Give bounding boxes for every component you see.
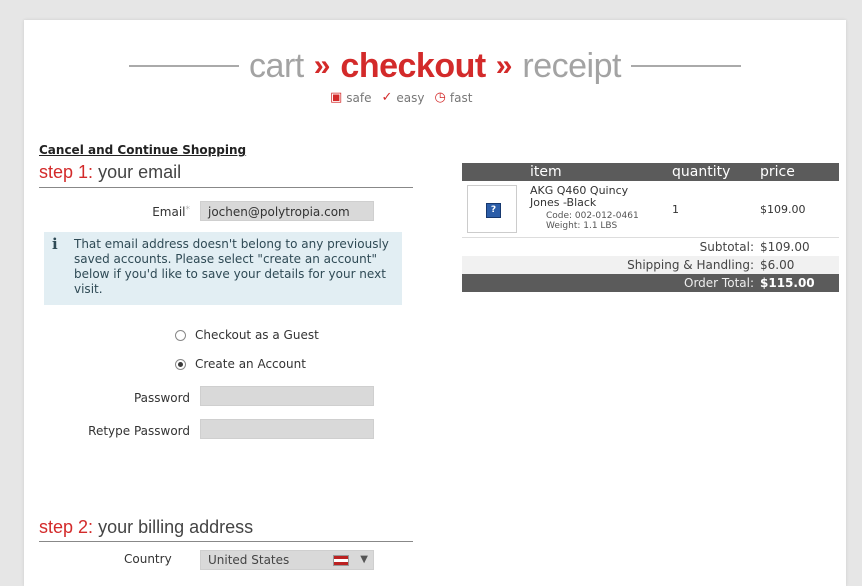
badge-safe: ▣ safe — [330, 90, 372, 105]
info-icon: i — [52, 235, 58, 253]
radio-guest-label: Checkout as a Guest — [195, 328, 319, 342]
password-label: Password — [133, 391, 190, 405]
radio-account-label: Create an Account — [195, 357, 306, 371]
order-item-row: ? AKG Q460 Quincy Jones -Black Code: 002… — [462, 181, 839, 238]
divider-line — [630, 65, 741, 67]
product-weight: Weight: 1.1 LBS — [546, 221, 618, 231]
column-header-price: price — [760, 164, 795, 180]
country-label: Country — [124, 552, 172, 566]
progress-step-cart[interactable]: cart — [249, 47, 304, 86]
product-thumbnail[interactable]: ? — [467, 185, 517, 233]
step-colon: : — [88, 162, 94, 182]
step-title: your billing address — [98, 517, 254, 537]
flag-icon — [333, 555, 349, 566]
progress-step-checkout: checkout — [340, 46, 486, 85]
badge-label: easy — [396, 90, 425, 105]
missing-image-icon: ? — [486, 203, 501, 218]
badge-label: fast — [449, 90, 473, 105]
column-header-quantity: quantity — [672, 164, 731, 180]
product-name: AKG Q460 Quincy Jones -Black — [530, 184, 629, 209]
column-header-item: item — [530, 164, 562, 180]
product-meta: Code: 002-012-0461 Weight: 1.1 LBS — [546, 211, 639, 231]
order-table-header: item quantity price — [462, 163, 839, 181]
product-code: Code: 002-012-0461 — [546, 211, 639, 221]
create-account-option[interactable]: Create an Account — [175, 357, 306, 371]
progress-step-receipt: receipt — [522, 46, 621, 85]
order-total-label: Order Total: — [684, 276, 754, 290]
order-total-row: Order Total: $115.00 — [462, 274, 839, 292]
chevron-separator-icon: » — [495, 49, 513, 82]
shipping-value: $6.00 — [760, 258, 795, 272]
divider-line — [129, 65, 240, 67]
step-title: your email — [98, 162, 182, 182]
password-field[interactable] — [200, 386, 374, 406]
email-field[interactable]: jochen@polytropia.com — [200, 201, 374, 221]
step-number: step 2 — [39, 517, 89, 537]
subtotal-row: Subtotal: $109.00 — [462, 238, 839, 256]
trust-badges: ▣ safe ✓ easy ◷ fast — [330, 90, 472, 105]
retype-password-label: Retype Password — [88, 424, 190, 438]
shipping-row: Shipping & Handling: $6.00 — [462, 256, 839, 274]
step-colon: : — [88, 517, 94, 537]
country-select[interactable]: United States ▼ — [200, 550, 374, 570]
retype-password-field[interactable] — [200, 419, 374, 439]
shipping-label: Shipping & Handling: — [627, 258, 754, 272]
checkout-page: cart » checkout » receipt ▣ safe ✓ easy … — [24, 20, 846, 586]
checkout-guest-option[interactable]: Checkout as a Guest — [175, 328, 319, 342]
clock-icon: ◷ — [434, 90, 446, 105]
country-value: United States — [208, 553, 290, 567]
badge-easy: ✓ easy — [382, 90, 425, 105]
order-total-value: $115.00 — [760, 276, 815, 290]
product-quantity: 1 — [672, 203, 679, 216]
info-text: That email address doesn't belong to any… — [74, 237, 389, 296]
step1-heading: step 1: your email — [39, 162, 181, 183]
step2-heading: step 2: your billing address — [39, 517, 253, 538]
email-label: Email* — [124, 205, 190, 219]
dropdown-arrow-icon[interactable]: ▼ — [360, 551, 368, 569]
radio-guest[interactable] — [175, 329, 186, 341]
subtotal-label: Subtotal: — [699, 240, 754, 254]
radio-selected-dot — [178, 361, 183, 367]
step-number: step 1 — [39, 162, 89, 182]
product-price: $109.00 — [760, 203, 806, 216]
checkout-progress: cart » checkout » receipt — [24, 46, 846, 86]
lock-icon: ▣ — [330, 90, 343, 105]
order-summary-table: item quantity price ? AKG Q460 Quincy Jo… — [462, 163, 839, 292]
required-mark: * — [185, 205, 191, 215]
account-info-notice: i That email address doesn't belong to a… — [44, 232, 402, 305]
cancel-continue-shopping-link[interactable]: Cancel and Continue Shopping — [39, 143, 246, 157]
section-divider — [39, 187, 413, 188]
section-divider — [39, 541, 413, 542]
email-label-text: Email — [152, 205, 186, 219]
badge-fast: ◷ fast — [435, 90, 473, 105]
check-icon: ✓ — [381, 90, 393, 105]
radio-create-account[interactable] — [175, 358, 186, 370]
chevron-separator-icon: » — [313, 49, 331, 82]
badge-label: safe — [346, 90, 372, 105]
subtotal-value: $109.00 — [760, 240, 810, 254]
